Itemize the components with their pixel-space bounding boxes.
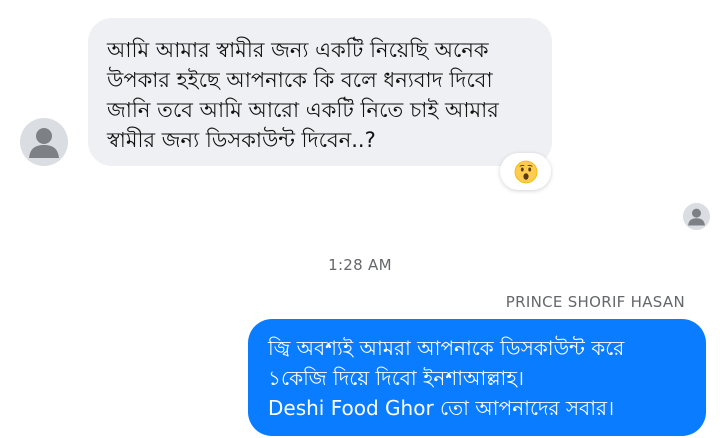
message-reaction-badge[interactable] [500,153,551,190]
incoming-message-line: স্বামীর জন্য ডিসকাউন্ট দিবেন..? [107,128,376,152]
outgoing-message-line: জ্বি অবশ্যই আমরা আপনাকে ডিসকাউন্ট করে [268,336,625,360]
incoming-message-bubble[interactable]: আমি আমার স্বামীর জন্য একটি নিয়েছি অনেক … [88,18,552,166]
message-timestamp: 1:28 AM [328,256,392,274]
outgoing-message-line: ১কেজি দিয়ে দিবো ইনশাআল্লাহ। [268,366,525,390]
contact-avatar-icon[interactable] [20,118,68,166]
sender-name: PRINCE SHORIF HASAN [505,293,685,311]
outgoing-message-line: Deshi Food Ghor তো আপনাদের সবার। [268,396,615,420]
incoming-message-line: উপকার হইছে আপনাকে কি বলে ধন্যবাদ দিবো [107,68,493,92]
surprised-face-emoji-icon [514,160,538,184]
incoming-message-line: আমি আমার স্বামীর জন্য একটি নিয়েছি অনেক [107,38,489,62]
incoming-message-line: জানি তবে আমি আরো একটি নিতে চাই আমার [107,98,499,122]
outgoing-message-bubble[interactable]: জ্বি অবশ্যই আমরা আপনাকে ডিসকাউন্ট করে ১ক… [248,319,706,436]
seen-receipt-avatar-icon [683,203,710,230]
chat-conversation: আমি আমার স্বামীর জন্য একটি নিয়েছি অনেক … [0,0,720,438]
